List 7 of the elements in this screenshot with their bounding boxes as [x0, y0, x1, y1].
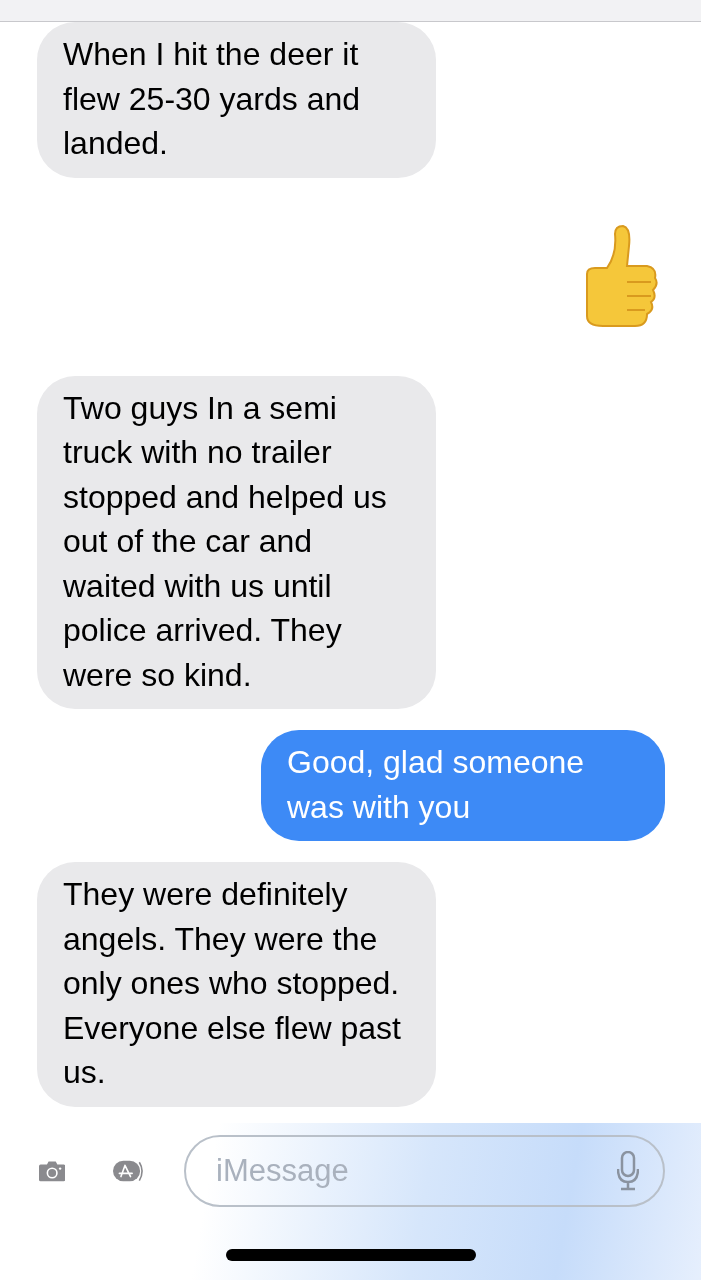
microphone-icon[interactable] [617, 1151, 639, 1191]
message-bubble: Two guys In a semi truck with no trailer stopped and helped us out of the car and waited with us until police arrived. They were so kind. [37, 375, 436, 709]
message-input[interactable]: iMessage [214, 1152, 617, 1190]
message-bubble: When I hit the deer it flew 25-30 yards and landed. [37, 22, 436, 178]
message-bubble: They were definitely angels. They were the only ones who stopped. Everyone else flew past us. [37, 862, 436, 1107]
message-bubble: Good, glad someone was with you [261, 730, 665, 841]
message-field[interactable]: iMessage [184, 1135, 665, 1207]
